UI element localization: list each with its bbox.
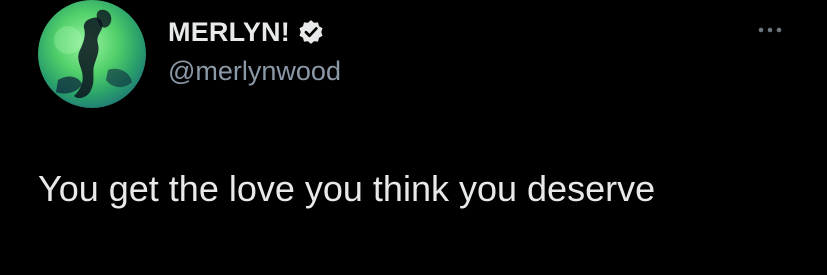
author-name-row[interactable]: MERLYN! (168, 14, 326, 50)
username-handle[interactable]: @merlynwood (168, 56, 341, 87)
tweet-card: MERLYN! @merlynwood You get the love you… (0, 0, 827, 275)
verified-badge-icon (296, 17, 326, 47)
tweet-text: You get the love you think you deserve (38, 168, 656, 209)
avatar[interactable] (38, 0, 146, 108)
avatar-image (54, 9, 132, 99)
display-name[interactable]: MERLYN! (168, 17, 290, 48)
more-horizontal-icon[interactable] (756, 20, 784, 40)
